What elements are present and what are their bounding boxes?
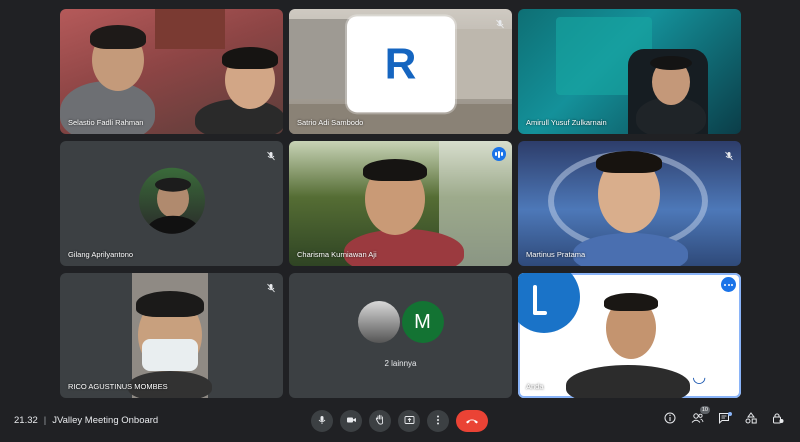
participant-name: Selastio Fadli Rahman [68, 118, 144, 127]
participant-tile[interactable]: Amirull Yusuf Zulkarnain [518, 9, 741, 134]
meeting-toolbar: 21.32 | JValley Meeting Onboard 10 [0, 402, 800, 442]
video-feed [518, 9, 741, 134]
video-feed [128, 273, 212, 398]
participant-name: Anda [526, 382, 544, 391]
others-count-label: 2 lainnya [384, 359, 417, 368]
raise-hand-button[interactable] [369, 410, 391, 432]
self-tile[interactable]: ◡ Anda [518, 273, 741, 398]
more-options-button[interactable] [427, 410, 449, 432]
others-tile[interactable]: M 2 lainnya [289, 273, 512, 398]
more-options-icon [436, 412, 440, 430]
mic-muted-icon [266, 280, 276, 293]
host-controls-icon [772, 411, 784, 429]
participant-avatar [357, 301, 400, 343]
participant-name: Martinus Pratama [526, 250, 586, 259]
call-controls [311, 410, 488, 432]
others-avatars: M [357, 301, 444, 343]
video-feed [60, 9, 283, 134]
participant-name: Amirull Yusuf Zulkarnain [526, 118, 607, 127]
mic-muted-icon [495, 16, 505, 29]
participant-avatar: M [401, 301, 444, 343]
people-button[interactable]: 10 [689, 406, 710, 428]
present-icon [404, 412, 415, 430]
video-feed [518, 141, 741, 266]
meeting-title: JValley Meeting Onboard [52, 415, 159, 426]
participant-name: Charisma Kurniawan Aji [297, 250, 377, 259]
end-call-button[interactable] [456, 410, 488, 432]
raise-hand-icon [375, 412, 385, 430]
video-feed [289, 141, 512, 266]
participant-tile[interactable]: Martinus Pratama [518, 141, 741, 266]
participant-tile[interactable]: Selastio Fadli Rahman [60, 9, 283, 134]
separator: | [43, 415, 47, 426]
mic-icon [317, 412, 327, 430]
participant-grid: Selastio Fadli Rahman R Satrio Adi Sambo… [60, 9, 741, 398]
video-feed: ◡ [518, 273, 741, 398]
mic-muted-icon [724, 148, 734, 161]
more-options-icon[interactable] [721, 277, 736, 292]
participant-tile[interactable]: RICO AGUSTINUS MOMBES [60, 273, 283, 398]
chat-button[interactable] [716, 412, 732, 428]
camera-button[interactable] [340, 410, 362, 432]
activities-icon [745, 411, 757, 429]
unread-indicator [728, 412, 732, 416]
camera-icon [346, 412, 357, 430]
participant-name: Satrio Adi Sambodo [297, 118, 364, 127]
speaking-indicator-icon [492, 147, 506, 161]
activities-button[interactable] [743, 412, 759, 428]
participant-avatar [138, 167, 205, 234]
participant-name: Gilang Aprilyantono [68, 250, 134, 259]
meeting-time: 21.32 [14, 415, 38, 426]
meeting-info: 21.32 | JValley Meeting Onboard [14, 415, 158, 426]
microphone-button[interactable] [311, 410, 333, 432]
mic-muted-icon [266, 148, 276, 161]
present-button[interactable] [398, 410, 420, 432]
participant-tile[interactable]: Gilang Aprilyantono [60, 141, 283, 266]
people-count-badge: 10 [699, 406, 710, 414]
participant-tile[interactable]: R Satrio Adi Sambodo [289, 9, 512, 134]
end-call-icon [465, 412, 479, 430]
meeting-details-button[interactable] [662, 412, 678, 428]
host-controls-button[interactable] [770, 412, 786, 428]
participant-name: RICO AGUSTINUS MOMBES [68, 382, 168, 391]
side-panel-controls: 10 [662, 406, 786, 428]
participant-avatar: R [346, 15, 455, 112]
participant-tile[interactable]: Charisma Kurniawan Aji [289, 141, 512, 266]
info-icon [664, 411, 676, 429]
